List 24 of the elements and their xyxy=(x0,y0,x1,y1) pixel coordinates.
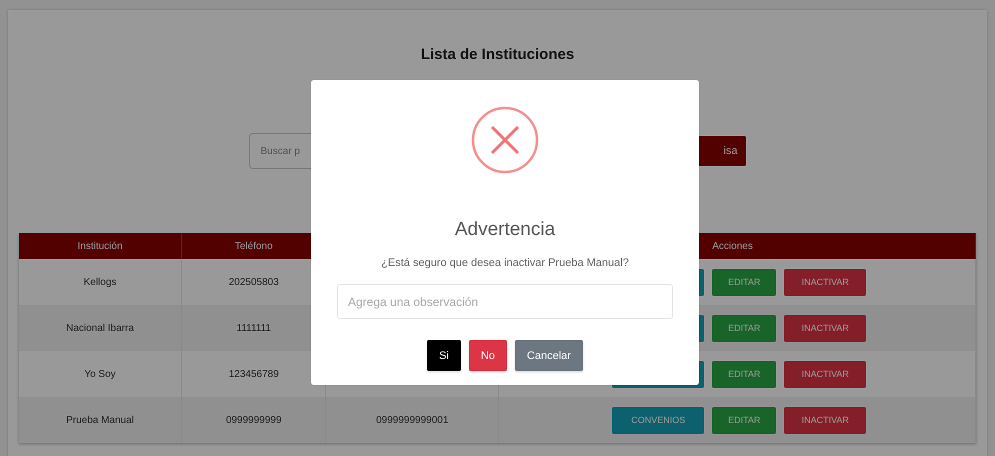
table-cell: 0999999999001 xyxy=(326,397,499,443)
yes-button[interactable]: Si xyxy=(427,340,461,371)
table-cell: 0999999999 xyxy=(182,397,326,443)
page-title: Lista de Instituciones xyxy=(420,46,574,63)
convenios-button[interactable]: CONVENIOS xyxy=(612,406,704,434)
edit-button[interactable]: EDITAR xyxy=(712,406,776,434)
inactivate-button[interactable]: INACTIVAR xyxy=(784,360,866,388)
observation-field[interactable]: Agrega una observación xyxy=(337,284,673,319)
inactivate-button[interactable]: INACTIVAR xyxy=(784,314,866,342)
column-header: Institución xyxy=(18,233,182,259)
dialog-message: ¿Está seguro que desea inactivar Prueba Manual? xyxy=(381,257,629,269)
table-cell: 123456789 xyxy=(182,351,326,397)
table-cell: Prueba Manual xyxy=(18,397,182,443)
edit-button[interactable]: EDITAR xyxy=(712,360,776,388)
error-icon xyxy=(471,106,539,174)
cancel-button[interactable]: Cancelar xyxy=(514,340,583,371)
table-cell: Nacional Ibarra xyxy=(18,305,182,351)
edit-button[interactable]: EDITAR xyxy=(712,314,776,342)
table-cell: Kellogs xyxy=(18,259,182,305)
inactivate-button[interactable]: INACTIVAR xyxy=(784,268,866,296)
edit-button[interactable]: EDITAR xyxy=(712,268,776,296)
no-button[interactable]: No xyxy=(468,340,507,371)
inactivate-button[interactable]: INACTIVAR xyxy=(784,406,866,434)
table-cell: Yo Soy xyxy=(18,351,182,397)
